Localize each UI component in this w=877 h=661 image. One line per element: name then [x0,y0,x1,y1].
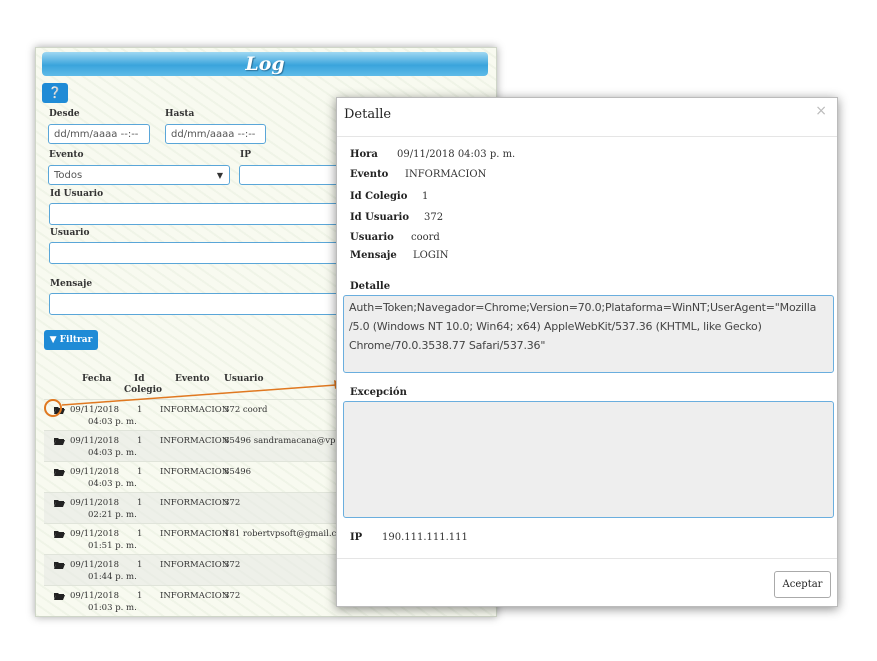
close-icon[interactable]: × [815,103,827,119]
col-colegio-header: Colegio [124,385,163,395]
filter-icon: ▼ [49,335,57,345]
usuario-value: coord [411,232,440,243]
log-title: Log [245,53,285,75]
evento-key: Evento [350,169,389,180]
filtrar-label: Filtrar [59,335,93,345]
usuario-key: Usuario [350,232,394,243]
mensaje-key: Mensaje [350,250,397,261]
evento-value: INFORMACION [405,169,487,180]
row-usuario: 372 [224,560,241,570]
id-colegio-key: Id Colegio [350,191,408,202]
row-hora: 04:03 p. m. [88,479,137,489]
row-id: 1 [137,591,143,601]
ip-label: IP [240,150,251,160]
row-hora: 01:03 p. m. [88,603,137,613]
row-evento: INFORMACION [160,529,230,539]
row-id: 1 [137,467,143,477]
detalle-label: Detalle [350,281,391,292]
row-id: 1 [137,405,143,415]
row-hora: 01:51 p. m. [88,541,137,551]
excepcion-label: Excepción [350,387,407,398]
row-hora: 02:21 p. m. [88,510,137,520]
row-hora: 04:03 p. m. [88,448,137,458]
hora-value: 09/11/2018 04:03 p. m. [397,149,516,160]
row-fecha: 09/11/2018 [70,560,119,570]
detalle-modal: Detalle × Hora 09/11/2018 04:03 p. m. Ev… [336,97,838,607]
row-usuario: 181 robertvpsoft@gmail.com [224,529,350,539]
ip-value: 190.111.111.111 [382,532,468,543]
callout-circle [44,399,62,417]
aceptar-button[interactable]: Aceptar [774,571,831,598]
id-usuario-input[interactable] [49,203,359,225]
desde-input[interactable]: dd/mm/aaaa --:-- [48,124,150,144]
mensaje-value: LOGIN [413,250,449,261]
modal-footer-divider [337,558,837,559]
col-usuario-header: Usuario [224,374,264,384]
evento-select-value: Todos [54,170,83,181]
row-id: 1 [137,560,143,570]
desde-label: Desde [49,109,80,119]
row-evento: INFORMACION [160,498,230,508]
question-circle-icon: ❔ [48,86,62,99]
row-hora: 01:44 p. m. [88,572,137,582]
row-id: 1 [137,436,143,446]
row-usuario: 85496 sandramacana@vpsnot [224,436,354,446]
detalle-text: Auth=Token;Navegador=Chrome;Version=70.0… [349,301,817,352]
folder-open-icon[interactable] [54,437,65,445]
row-evento: INFORMACION [160,591,230,601]
row-hora: 04:03 p. m. [88,417,137,427]
row-id: 1 [137,529,143,539]
ip-key: IP [350,532,363,543]
usuario-label: Usuario [50,228,90,238]
folder-open-icon[interactable] [54,530,65,538]
row-evento: INFORMACION [160,436,230,446]
folder-open-icon[interactable] [54,592,65,600]
row-fecha: 09/11/2018 [70,591,119,601]
modal-title: Detalle [344,107,392,122]
id-usuario-value: 372 [424,212,444,223]
row-evento: INFORMACION [160,467,230,477]
row-fecha: 09/11/2018 [70,467,119,477]
filtrar-button[interactable]: ▼ Filtrar [44,330,98,350]
hora-key: Hora [350,149,378,160]
row-usuario: 372 coord [224,405,268,415]
excepcion-textarea[interactable] [343,401,834,518]
row-usuario: 372 [224,498,241,508]
log-title-bar: Log [42,52,488,76]
id-usuario-key: Id Usuario [350,212,409,223]
row-usuario: 85496 [224,467,252,477]
evento-label: Evento [49,150,84,160]
row-usuario: 372 [224,591,241,601]
col-id-header: Id [134,374,145,384]
id-colegio-value: 1 [422,191,429,202]
mensaje-input[interactable] [49,293,359,315]
folder-open-icon[interactable] [54,468,65,476]
hasta-input[interactable]: dd/mm/aaaa --:-- [165,124,266,144]
id-usuario-label: Id Usuario [50,189,104,199]
evento-select[interactable]: Todos ▼ [48,165,230,185]
row-id: 1 [137,498,143,508]
row-evento: INFORMACION [160,560,230,570]
row-fecha: 09/11/2018 [70,498,119,508]
row-fecha: 09/11/2018 [70,436,119,446]
detalle-textarea[interactable]: Auth=Token;Navegador=Chrome;Version=70.0… [343,295,834,373]
row-fecha: 09/11/2018 [70,529,119,539]
mensaje-label: Mensaje [50,279,93,289]
row-evento: INFORMACION [160,405,230,415]
row-fecha: 09/11/2018 [70,405,119,415]
modal-header-divider [337,136,837,137]
col-fecha-header: Fecha [82,374,112,384]
help-button[interactable]: ❔ [42,83,68,103]
hasta-label: Hasta [165,109,195,119]
folder-open-icon[interactable] [54,561,65,569]
col-evento-header: Evento [175,374,210,384]
folder-open-icon[interactable] [54,499,65,507]
usuario-input[interactable] [49,242,359,264]
chevron-down-icon: ▼ [216,171,223,180]
